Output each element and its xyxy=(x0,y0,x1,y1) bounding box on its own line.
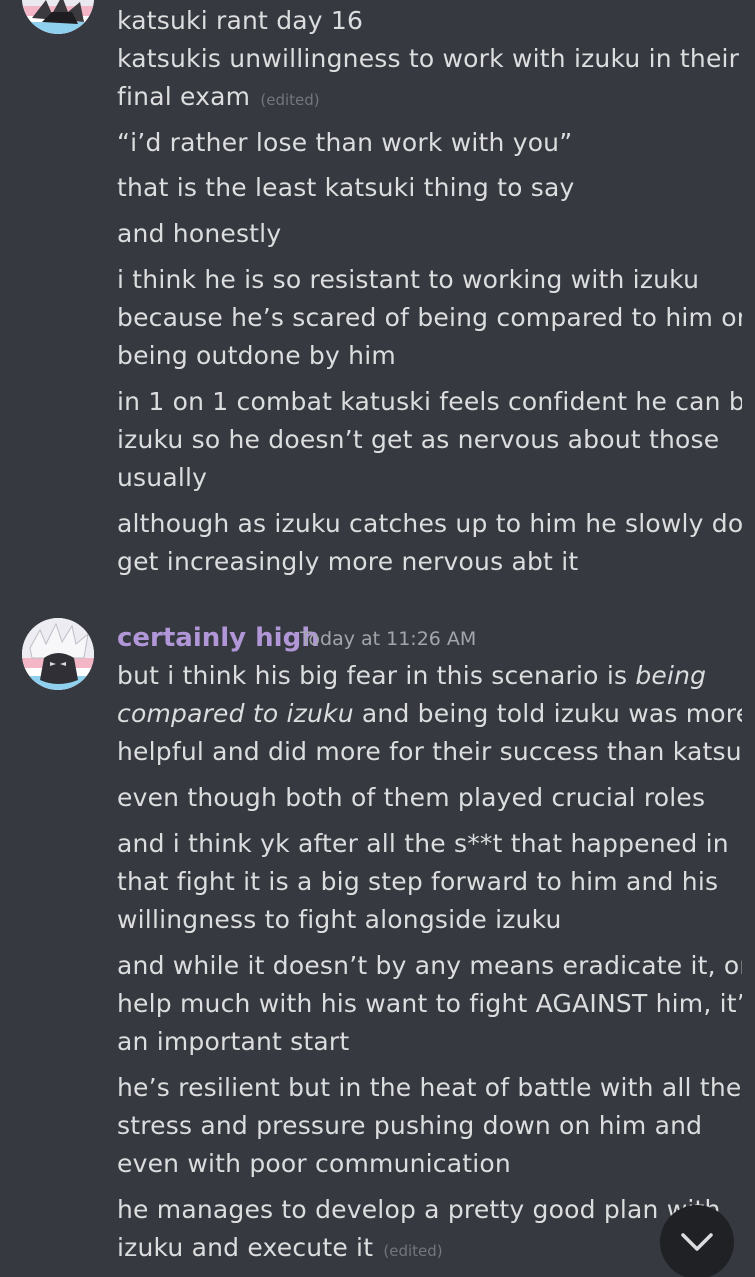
message-line: compared to izuku and being told izuku w… xyxy=(117,695,742,733)
edited-tag: (edited) xyxy=(383,1242,443,1260)
message-line: and i think yk after all the s**t that h… xyxy=(117,825,742,863)
message-text: “i’d rather lose than work with you” xyxy=(117,128,573,157)
message-text: because he’s scared of being compared to… xyxy=(117,303,742,332)
message-line: being outdone by him xyxy=(117,337,742,375)
message-text: but i think his big fear in this scenari… xyxy=(117,661,636,690)
jump-to-bottom-button[interactable] xyxy=(660,1205,734,1277)
message-line: usually xyxy=(117,459,742,497)
message-text: he’s resilient but in the heat of battle… xyxy=(117,1073,742,1102)
message-line: even though both of them played crucial … xyxy=(117,779,742,817)
message-text: helpful and did more for their success t… xyxy=(117,737,742,766)
chevron-down-icon xyxy=(681,1233,713,1251)
message-text: usually xyxy=(117,463,208,492)
message-line: stress and pressure pushing down on him … xyxy=(117,1107,742,1145)
message-text: and while it doesn’t by any means eradic… xyxy=(117,951,742,980)
message-line: that fight it is a big step forward to h… xyxy=(117,863,742,901)
message-text: even though both of them played crucial … xyxy=(117,783,706,812)
message-text: willingness to fight alongside izuku xyxy=(117,905,562,934)
message-line: i think he is so resistant to working wi… xyxy=(117,261,742,299)
message-line: because he’s scared of being compared to… xyxy=(117,299,742,337)
message-text: and honestly xyxy=(117,219,282,248)
author-username[interactable]: certainly high xyxy=(117,619,320,657)
message-line: but i think his big fear in this scenari… xyxy=(117,657,742,695)
message-text: he manages to develop a pretty good plan… xyxy=(117,1195,721,1224)
message-line: in 1 on 1 combat katuski feels confident… xyxy=(117,383,742,421)
user-avatar[interactable] xyxy=(22,618,94,690)
message-line: even with poor communication xyxy=(117,1145,742,1183)
message-text: even with poor communication xyxy=(117,1149,511,1178)
message-text: help much with his want to fight AGAINST… xyxy=(117,989,742,1018)
message-text: izuku and execute it xyxy=(117,1233,374,1262)
message-line: although as izuku catches up to him he s… xyxy=(117,505,742,543)
message-line: helpful and did more for their success t… xyxy=(117,733,742,771)
message-line: he’s resilient but in the heat of battle… xyxy=(117,1069,742,1107)
message-text: katsuki rant day 16 xyxy=(117,6,364,35)
message-timestamp: Today at 11:26 AM xyxy=(300,628,477,650)
message-line: and honestly xyxy=(117,215,742,253)
message-text: katsukis unwillingness to work with izuk… xyxy=(117,44,740,73)
message-text: an important start xyxy=(117,1027,350,1056)
message-emphasis: being xyxy=(635,661,707,690)
message-text: final exam xyxy=(117,82,251,111)
message-text: izuku so he doesn’t get as nervous about… xyxy=(117,425,720,454)
message-text: being outdone by him xyxy=(117,341,396,370)
message-line: help much with his want to fight AGAINST… xyxy=(117,985,742,1023)
message-line: he manages to develop a pretty good plan… xyxy=(117,1191,742,1229)
message-emphasis: compared to izuku xyxy=(117,699,354,728)
message-line: and while it doesn’t by any means eradic… xyxy=(117,947,742,985)
message-text: stress and pressure pushing down on him … xyxy=(117,1111,703,1140)
message-text: and i think yk after all the s**t that h… xyxy=(117,829,729,858)
message-line: get increasingly more nervous abt it xyxy=(117,543,742,581)
user-avatar[interactable] xyxy=(22,0,94,34)
message-text: in 1 on 1 combat katuski feels confident… xyxy=(117,387,742,416)
message-line: an important start xyxy=(117,1023,742,1061)
message-text: that fight it is a big step forward to h… xyxy=(117,867,719,896)
message-line: izuku and execute it (edited) xyxy=(117,1229,742,1270)
message-text: although as izuku catches up to him he s… xyxy=(117,509,742,538)
message-line: willingness to fight alongside izuku xyxy=(117,901,742,939)
message-text: that is the least katsuki thing to say xyxy=(117,173,575,202)
message-line: that is the least katsuki thing to say xyxy=(117,169,742,207)
message-text: and being told izuku was more xyxy=(353,699,742,728)
message-text: i think he is so resistant to working wi… xyxy=(117,265,700,294)
message-line: “i’d rather lose than work with you” xyxy=(117,124,742,162)
message-line: final exam (edited) xyxy=(117,78,742,119)
message-line: izuku so he doesn’t get as nervous about… xyxy=(117,421,742,459)
message-line: katsukis unwillingness to work with izuk… xyxy=(117,40,742,78)
edited-tag: (edited) xyxy=(260,91,320,109)
message-line: katsuki rant day 16 xyxy=(117,2,742,40)
message-text: get increasingly more nervous abt it xyxy=(117,547,579,576)
